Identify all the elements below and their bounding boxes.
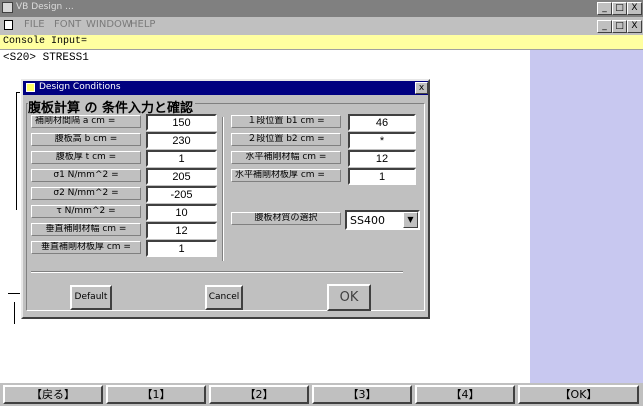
- doc-fragment: [16, 92, 17, 210]
- label-stage1-position: １段位置 b1 cm =: [231, 115, 341, 128]
- label-sigma2: σ2 N/mm^2 =: [31, 187, 141, 200]
- label-web-thickness: 腹板厚 t cm =: [31, 151, 141, 164]
- sigma1-input[interactable]: [146, 168, 217, 185]
- console-label: Console Input=: [3, 36, 88, 47]
- side-panel: [530, 50, 643, 383]
- dialog-close-button[interactable]: x: [415, 82, 428, 94]
- console-input[interactable]: [80, 36, 640, 48]
- maximize-button[interactable]: □: [612, 2, 627, 15]
- stiffener-spacing-input[interactable]: [146, 114, 217, 131]
- doc-minimize-button[interactable]: _: [597, 20, 612, 33]
- doc-close-button[interactable]: X: [627, 20, 642, 33]
- column-divider: [222, 117, 224, 261]
- menu-file[interactable]: FILE: [24, 19, 45, 30]
- web-thickness-input[interactable]: [146, 150, 217, 167]
- chevron-down-icon[interactable]: ▼: [403, 212, 418, 228]
- label-stage2-position: ２段位置 b2 cm =: [231, 133, 341, 146]
- label-material-select: 腹板材質の選択: [231, 212, 341, 225]
- default-button[interactable]: Default: [70, 285, 112, 310]
- doc-fragment: [14, 302, 15, 324]
- label-sigma1: σ1 N/mm^2 =: [31, 169, 141, 182]
- window-title: VB Design ...: [16, 2, 74, 12]
- function-key-bar: 【戻る】 【1】 【2】 【3】 【4】 【OK】: [0, 383, 643, 406]
- menu-window[interactable]: WINDOW: [86, 19, 132, 30]
- web-height-input[interactable]: [146, 132, 217, 149]
- material-value: SS400: [350, 214, 385, 227]
- label-stiffener-spacing: 補剛材間隔 a cm =: [31, 115, 141, 128]
- doc-restore-button[interactable]: □: [612, 20, 627, 33]
- minimize-button[interactable]: _: [597, 2, 612, 15]
- fkey-back[interactable]: 【戻る】: [3, 385, 103, 404]
- dialog-title-bar: Design Conditions x: [23, 81, 428, 95]
- tau-input[interactable]: [146, 204, 217, 221]
- label-vertical-stiffener-width: 垂直補剛材幅 cm =: [31, 223, 141, 236]
- label-horizontal-stiffener-thickness: 水平補剛材板厚 cm =: [231, 169, 341, 182]
- horizontal-stiffener-thickness-input[interactable]: [348, 168, 416, 185]
- label-tau: τ N/mm^2 =: [31, 205, 141, 218]
- label-web-height: 腹板高 b cm =: [31, 133, 141, 146]
- sigma2-input[interactable]: [146, 186, 217, 203]
- vertical-stiffener-width-input[interactable]: [146, 222, 217, 239]
- stage1-position-input[interactable]: [348, 114, 416, 131]
- menu-bar: FILE FONT WINDOW HELP _ □ X: [0, 17, 643, 35]
- dialog-icon: [26, 83, 35, 92]
- app-icon: [2, 2, 13, 13]
- label-horizontal-stiffener-width: 水平補剛材幅 cm =: [231, 151, 341, 164]
- stage2-position-input[interactable]: [348, 132, 416, 149]
- fkey-ok[interactable]: 【OK】: [518, 385, 639, 404]
- cancel-button[interactable]: Cancel: [205, 285, 243, 310]
- menu-font[interactable]: FONT: [54, 19, 81, 30]
- window-title-bar: VB Design ... _ □ X: [0, 0, 643, 17]
- vertical-stiffener-thickness-input[interactable]: [146, 240, 217, 257]
- material-select[interactable]: SS400 ▼: [345, 210, 420, 230]
- fkey-4[interactable]: 【4】: [415, 385, 515, 404]
- fkey-2[interactable]: 【2】: [209, 385, 309, 404]
- close-button[interactable]: X: [627, 2, 642, 15]
- ok-button[interactable]: OK: [327, 284, 371, 311]
- doc-fragment: [8, 293, 20, 294]
- label-vertical-stiffener-thickness: 垂直補剛材板厚 cm =: [31, 241, 141, 254]
- design-conditions-dialog: Design Conditions x 腹板計算 の 条件入力と確認 補剛材間隔…: [21, 79, 430, 319]
- console-bar: Console Input=: [0, 35, 643, 50]
- horizontal-divider: [31, 271, 403, 273]
- document-icon[interactable]: [4, 20, 13, 30]
- horizontal-stiffener-width-input[interactable]: [348, 150, 416, 167]
- menu-help[interactable]: HELP: [130, 19, 155, 30]
- fkey-1[interactable]: 【1】: [106, 385, 206, 404]
- document-line: <S20> STRESS1: [3, 52, 89, 64]
- fkey-3[interactable]: 【3】: [312, 385, 412, 404]
- dialog-title: Design Conditions: [39, 82, 121, 92]
